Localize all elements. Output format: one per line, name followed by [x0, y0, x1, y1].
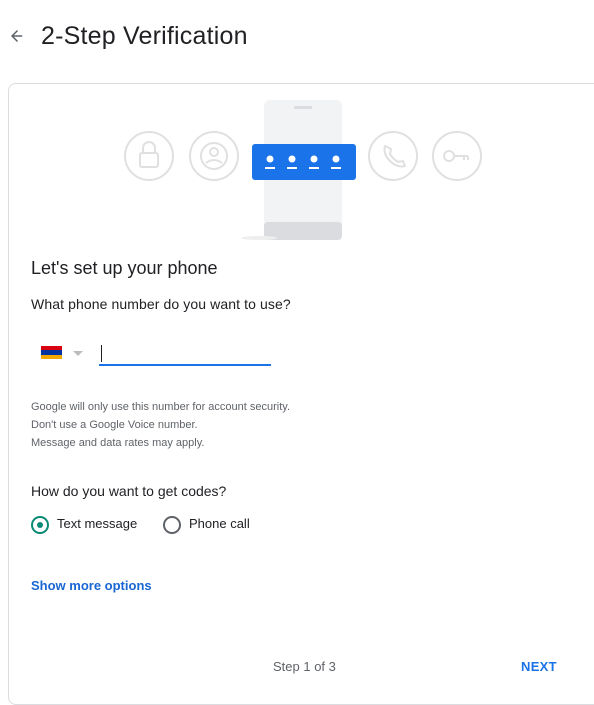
page-title: 2-Step Verification: [41, 22, 248, 50]
armenia-flag-icon: [41, 346, 62, 359]
lock-icon: [124, 131, 174, 181]
text-message-label: Text message: [57, 516, 138, 531]
country-selector[interactable]: [35, 341, 87, 365]
show-more-options-link[interactable]: Show more options: [31, 578, 152, 593]
radio-checked-icon[interactable]: [31, 516, 49, 534]
back-button[interactable]: [4, 24, 28, 48]
phone-call-label: Phone call: [189, 516, 250, 531]
hint-voice: Don't use a Google Voice number.: [31, 419, 198, 431]
phone-number-input[interactable]: [99, 340, 271, 366]
hint-rates: Message and data rates may apply.: [31, 437, 205, 449]
verification-illustration: [124, 100, 482, 240]
phone-call-option[interactable]: Phone call: [163, 514, 263, 536]
step-indicator: Step 1 of 3: [273, 659, 336, 674]
phone-icon: [368, 131, 418, 181]
account-icon: [189, 131, 239, 181]
codes-question: How do you want to get codes?: [31, 483, 227, 499]
setup-card: Let's set up your phone What phone numbe…: [8, 83, 594, 705]
chevron-down-icon: [73, 351, 83, 356]
hint-security: Google will only use this number for acc…: [31, 401, 291, 413]
code-card: [252, 144, 356, 180]
text-message-option[interactable]: Text message: [31, 514, 151, 536]
radio-unchecked-icon[interactable]: [163, 516, 181, 534]
arrow-back-icon: [11, 30, 23, 42]
next-button[interactable]: NEXT: [521, 659, 557, 674]
phone-question: What phone number do you want to use?: [31, 296, 291, 312]
key-icon: [432, 131, 482, 181]
page-header: 2-Step Verification: [0, 0, 594, 72]
text-cursor: [101, 345, 102, 362]
section-title: Let's set up your phone: [31, 258, 218, 278]
